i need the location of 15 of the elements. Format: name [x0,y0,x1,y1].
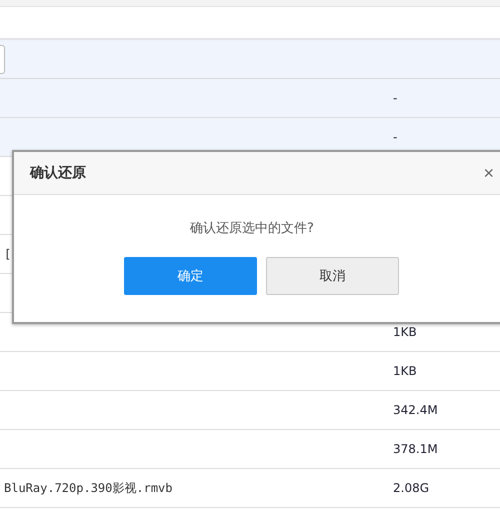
close-button[interactable]: × [483,162,494,184]
file-size: 342.4M [393,403,438,417]
file-size: 378.1M [393,442,438,456]
file-size: 1KB [393,364,417,378]
file-size: - [393,130,398,144]
confirm-button[interactable]: 确定 [124,257,257,295]
dialog-message: 确认还原选中的文件? [189,220,315,237]
cancel-button[interactable]: 取消 [266,257,399,295]
dialog-title: 确认还原 [30,164,86,182]
input-field[interactable] [0,44,5,74]
file-name: [ [3,247,12,261]
file-size: 1KB [393,325,417,339]
file-name: BluRay.720p.390影视.rmvb [3,480,174,496]
file-size: 2.08G [393,481,430,495]
file-size: - [393,91,398,105]
